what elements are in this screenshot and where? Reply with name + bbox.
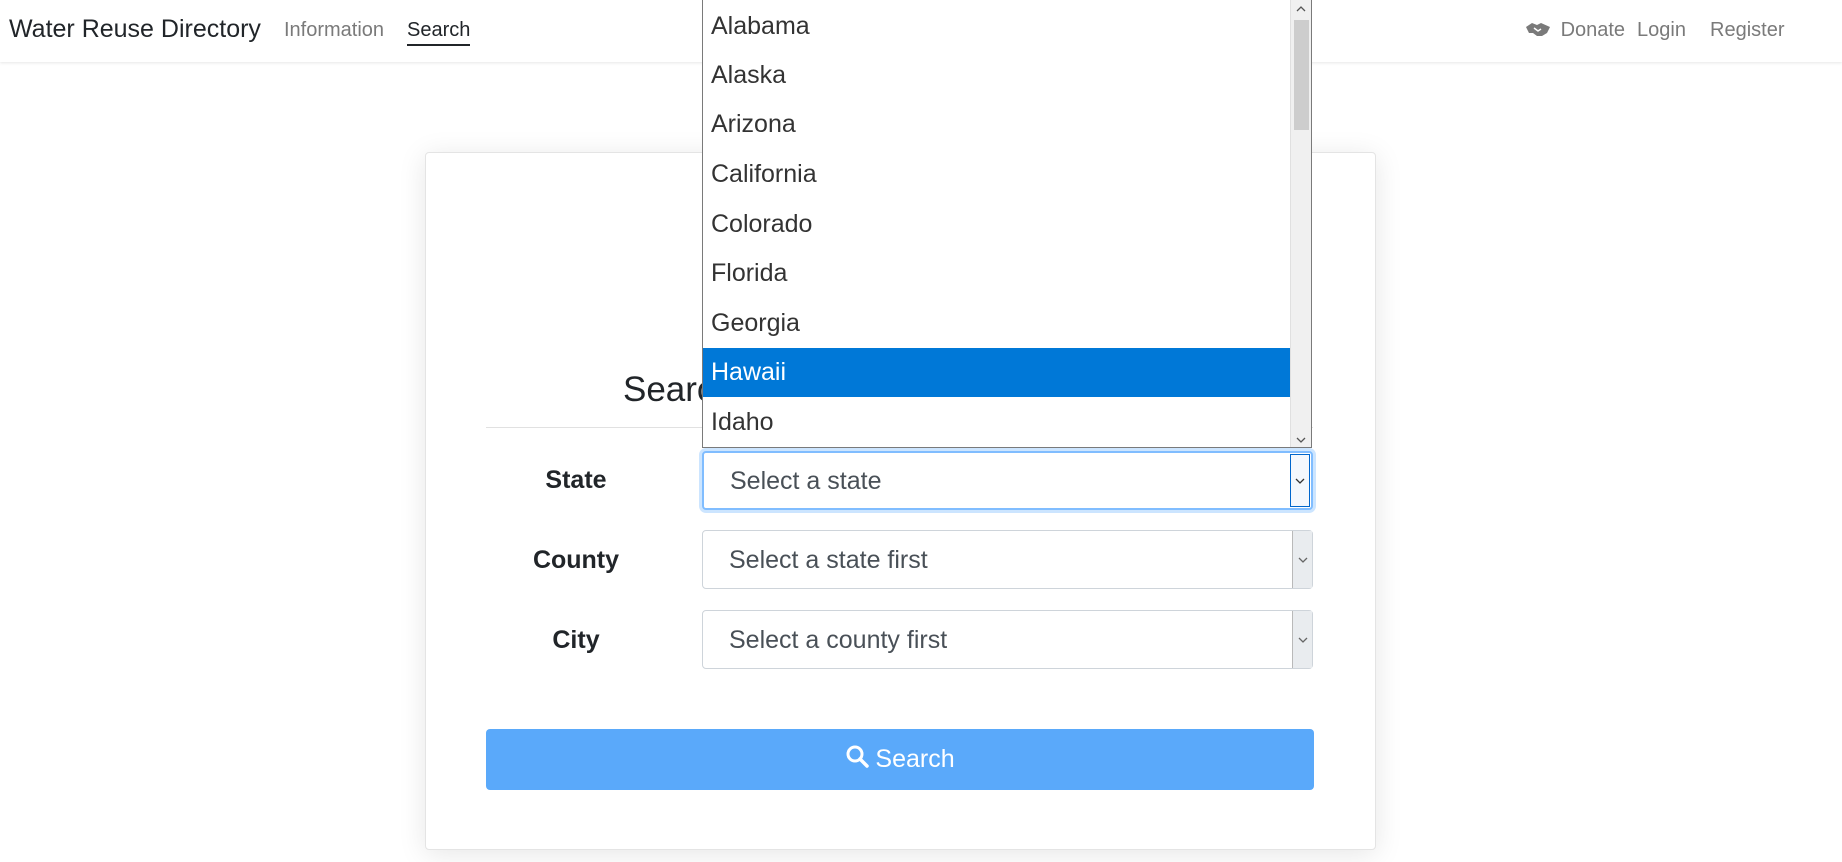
brand-link[interactable]: Water Reuse Directory <box>9 15 261 44</box>
state-select-value: Select a state <box>730 467 882 495</box>
login-link[interactable]: Login <box>1637 19 1686 42</box>
scrollbar-thumb[interactable] <box>1294 20 1309 130</box>
county-select-value: Select a state first <box>729 546 928 574</box>
dropdown-option-alaska[interactable]: Alaska <box>703 51 1291 100</box>
handshake-icon <box>1525 19 1551 45</box>
city-label: City <box>552 626 600 654</box>
dropdown-option-alabama[interactable]: Alabama <box>703 2 1291 51</box>
dropdown-option-hawaii[interactable]: Hawaii <box>703 348 1291 397</box>
card-title: Searc <box>623 370 715 409</box>
state-select[interactable]: Select a state <box>702 451 1313 510</box>
dropdown-option-georgia[interactable]: Georgia <box>703 299 1291 348</box>
nav-link-search[interactable]: Search <box>407 19 471 46</box>
search-icon <box>845 744 870 775</box>
state-dropdown-list[interactable]: Alabama Alaska Arizona California Colora… <box>702 0 1312 448</box>
nav-link-information[interactable]: Information <box>284 19 384 42</box>
city-select-value: Select a county first <box>729 626 948 654</box>
dropdown-scrollbar[interactable] <box>1290 0 1311 447</box>
chevron-down-icon <box>1292 611 1312 668</box>
county-label: County <box>532 546 620 574</box>
dropdown-option-colorado[interactable]: Colorado <box>703 200 1291 249</box>
scroll-up-icon[interactable] <box>1295 0 1307 12</box>
search-button-label: Search <box>875 745 955 773</box>
county-select[interactable]: Select a state first <box>702 530 1313 589</box>
scroll-down-icon[interactable] <box>1295 431 1307 443</box>
chevron-down-icon <box>1292 531 1312 588</box>
donate-link[interactable]: Donate <box>1525 19 1625 45</box>
state-label: State <box>545 466 607 494</box>
search-button[interactable]: Search <box>486 729 1314 790</box>
city-select[interactable]: Select a county first <box>702 610 1313 669</box>
dropdown-option-california[interactable]: California <box>703 150 1291 199</box>
dropdown-option-idaho[interactable]: Idaho <box>703 398 1291 447</box>
dropdown-option-arizona[interactable]: Arizona <box>703 100 1291 149</box>
dropdown-option-florida[interactable]: Florida <box>703 249 1291 298</box>
donate-label: Donate <box>1560 19 1626 41</box>
chevron-down-icon <box>1290 454 1310 507</box>
register-link[interactable]: Register <box>1710 19 1784 42</box>
